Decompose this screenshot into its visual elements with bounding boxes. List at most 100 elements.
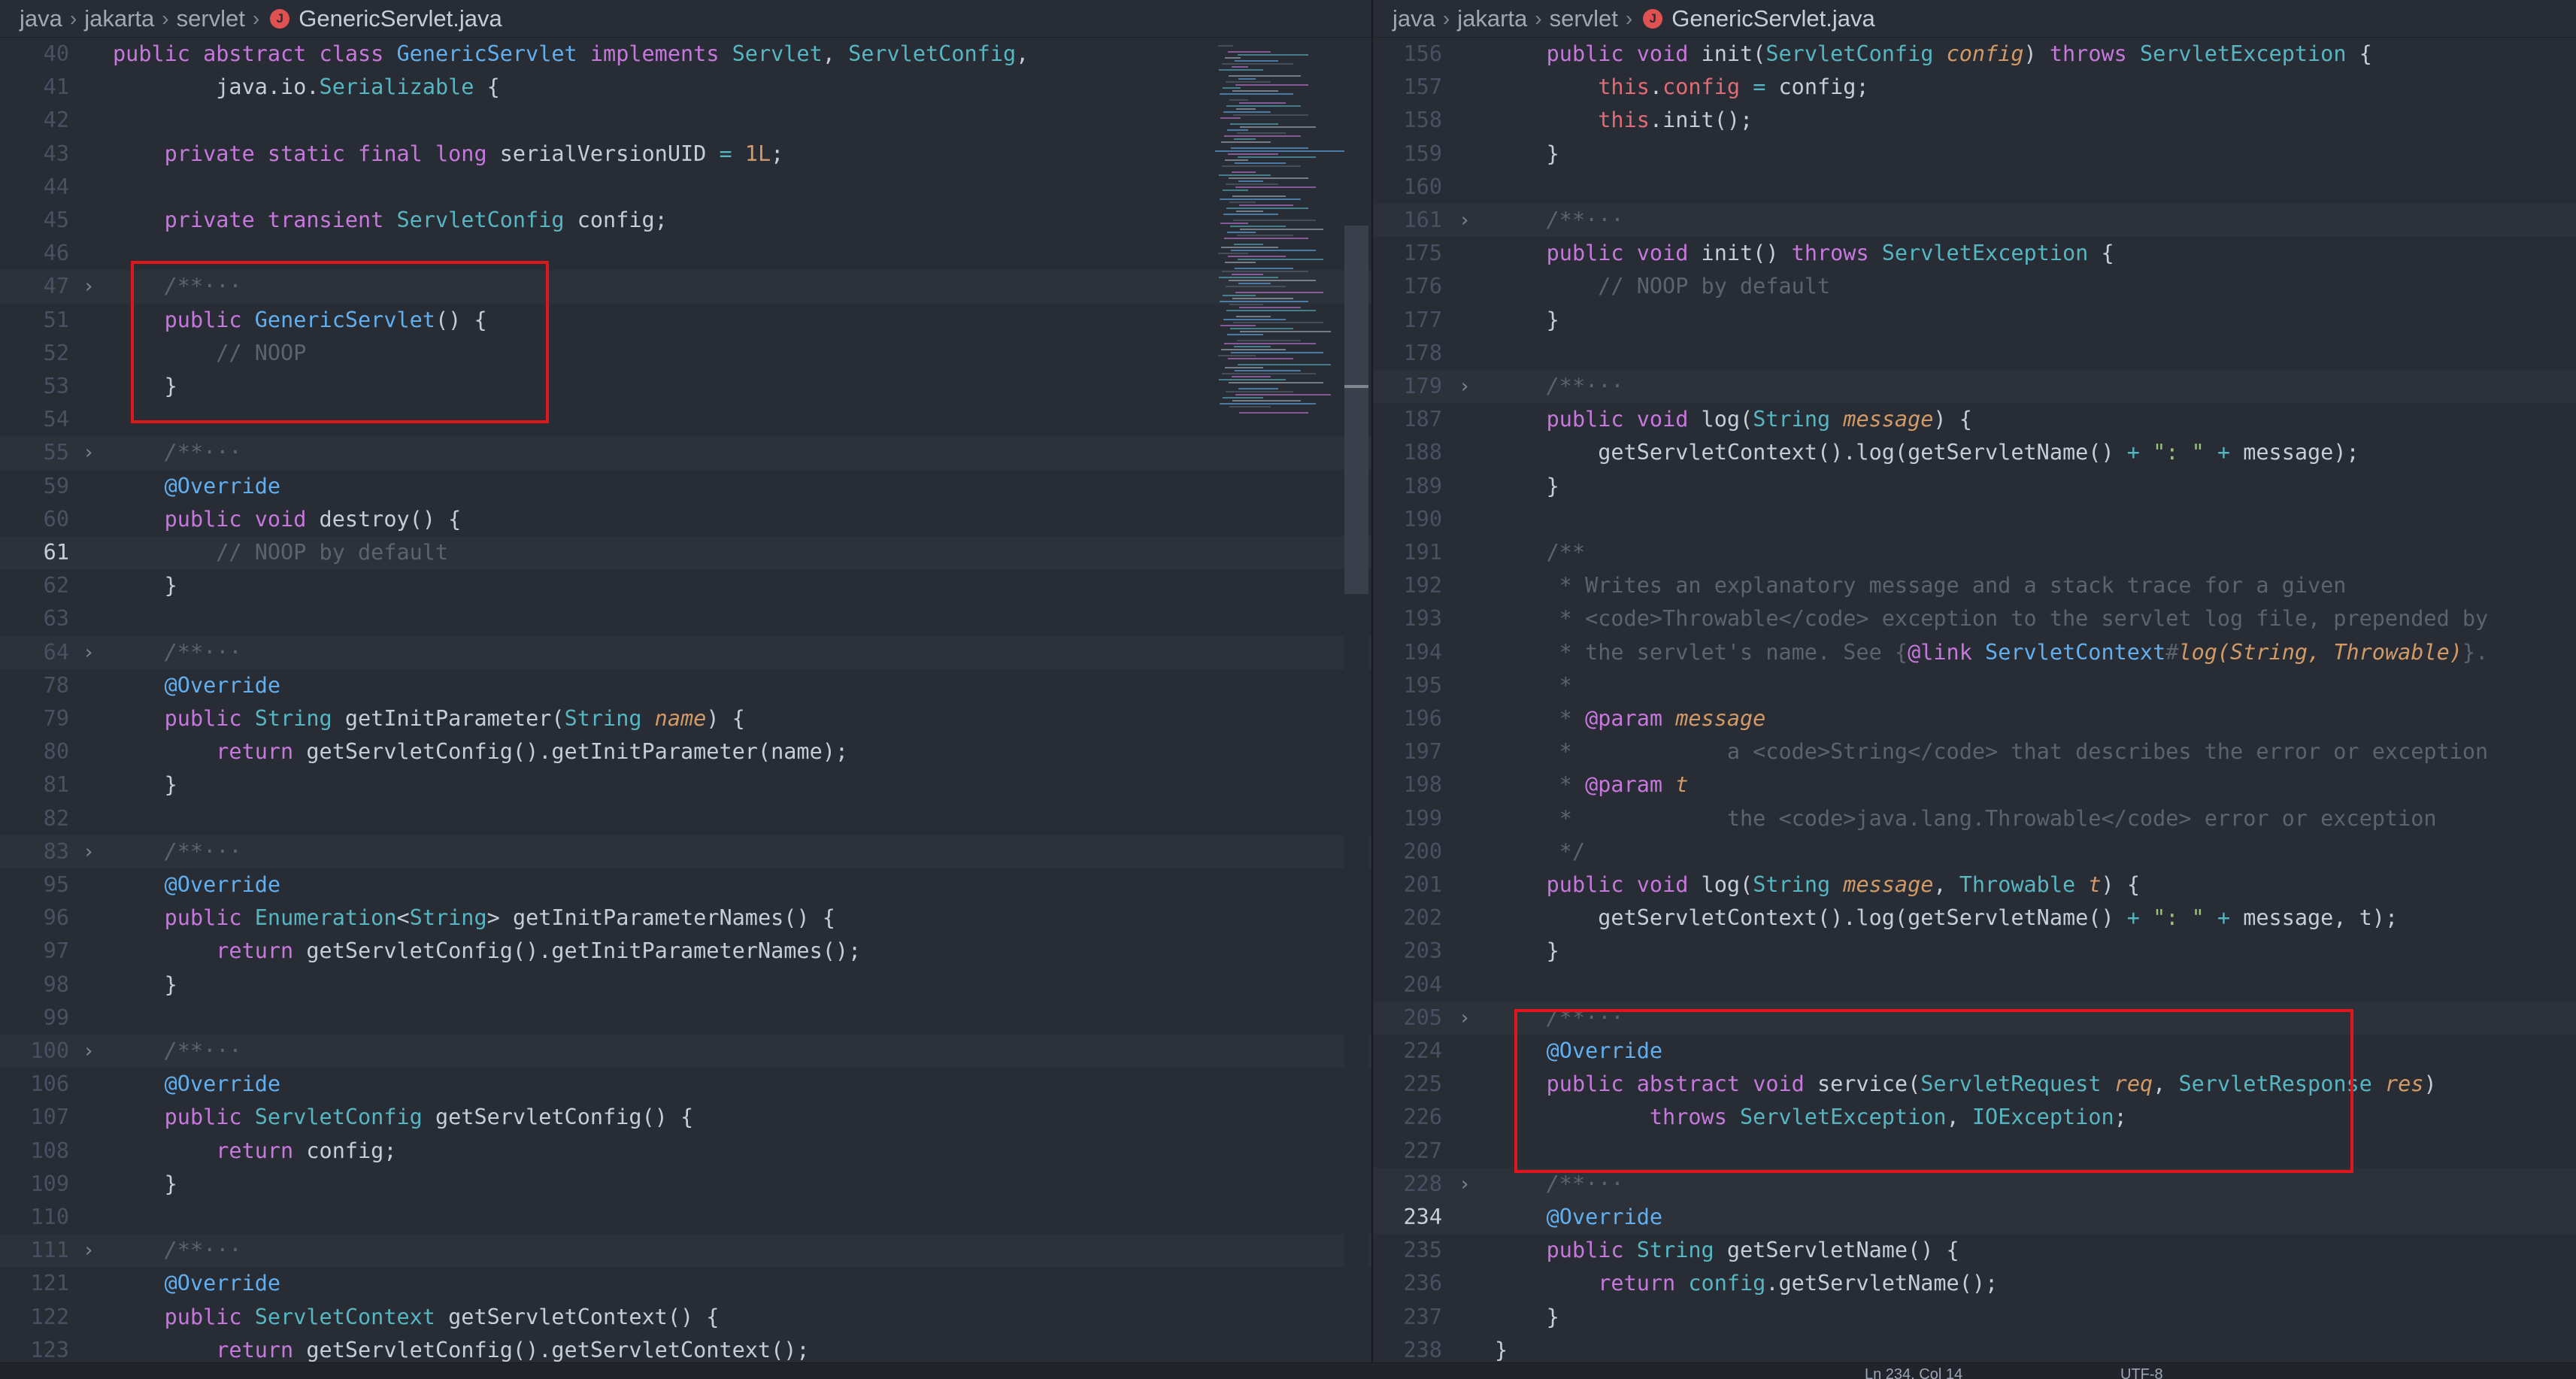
code-text[interactable]: * a <code>String</code> that describes t…: [1495, 735, 2488, 768]
code-line[interactable]: 82: [0, 802, 1371, 835]
code-line[interactable]: 234 @Override: [1373, 1201, 2576, 1235]
fold-chevron-icon[interactable]: ›: [83, 270, 95, 303]
code-line[interactable]: 45 private transient ServletConfig confi…: [0, 204, 1371, 237]
code-text[interactable]: * @param t: [1495, 768, 1689, 802]
code-line[interactable]: 110: [0, 1201, 1371, 1234]
code-text[interactable]: getServletContext().log(getServletName()…: [1495, 902, 2398, 935]
code-line[interactable]: 194 * the servlet's name. See {@link Ser…: [1373, 636, 2576, 669]
code-line[interactable]: 83 › /**···: [0, 835, 1371, 868]
code-line[interactable]: 196 * @param message: [1373, 702, 2576, 735]
code-text[interactable]: }: [1495, 470, 1559, 503]
breadcrumb-item[interactable]: java: [1393, 5, 1435, 32]
code-text[interactable]: /**···: [1495, 204, 1624, 237]
code-line[interactable]: 188 getServletContext().log(getServletNa…: [1373, 436, 2576, 469]
code-line[interactable]: 204: [1373, 968, 2576, 1002]
code-text[interactable]: // NOOP by default: [1495, 270, 1830, 303]
code-text[interactable]: /**: [1495, 536, 1585, 569]
code-text[interactable]: return config.getServletName();: [1495, 1267, 1998, 1300]
code-text[interactable]: private static final long serialVersionU…: [113, 138, 784, 171]
status-encoding[interactable]: UTF-8: [2120, 1363, 2163, 1379]
code-line[interactable]: 161 › /**···: [1373, 204, 2576, 238]
code-line[interactable]: 123 return getServletConfig().getServlet…: [0, 1334, 1371, 1362]
code-text[interactable]: @Override: [1495, 1201, 1662, 1234]
code-text[interactable]: java.io.Serializable {: [113, 71, 500, 104]
code-line[interactable]: 193 * <code>Throwable</code> exception t…: [1373, 602, 2576, 635]
editor-pane-right[interactable]: java › jakarta › servlet › J GenericServlet.jav…: [1373, 0, 2576, 1362]
code-line[interactable]: 100 › /**···: [0, 1035, 1371, 1068]
code-line[interactable]: 160: [1373, 171, 2576, 204]
fold-chevron-icon[interactable]: ›: [83, 1035, 95, 1068]
code-text[interactable]: /**···: [113, 1035, 242, 1068]
code-line[interactable]: 159 }: [1373, 138, 2576, 171]
code-line[interactable]: 61 // NOOP by default: [0, 536, 1371, 570]
code-line[interactable]: 122 public ServletContext getServletCont…: [0, 1301, 1371, 1334]
fold-chevron-icon[interactable]: ›: [83, 1234, 95, 1267]
code-text[interactable]: this.config = config;: [1495, 71, 1868, 104]
code-text[interactable]: public String getServletName() {: [1495, 1234, 1959, 1267]
fold-chevron-icon[interactable]: ›: [1459, 370, 1471, 403]
fold-chevron-icon[interactable]: ›: [1459, 1168, 1471, 1201]
code-line[interactable]: 99: [0, 1002, 1371, 1035]
code-line[interactable]: 106 @Override: [0, 1068, 1371, 1101]
code-line[interactable]: 158 this.init();: [1373, 104, 2576, 137]
code-line[interactable]: 202 getServletContext().log(getServletNa…: [1373, 902, 2576, 935]
code-line[interactable]: 96 public Enumeration<String> getInitPar…: [0, 902, 1371, 935]
code-line[interactable]: 55 › /**···: [0, 436, 1371, 470]
code-line[interactable]: 44: [0, 171, 1371, 204]
code-text[interactable]: private transient ServletConfig config;: [113, 204, 668, 237]
code-line[interactable]: 190: [1373, 503, 2576, 536]
code-line[interactable]: 79 public String getInitParameter(String…: [0, 702, 1371, 735]
code-line[interactable]: 175 public void init() throws ServletExc…: [1373, 237, 2576, 270]
code-text[interactable]: @Override: [113, 868, 280, 902]
code-line[interactable]: 109 }: [0, 1168, 1371, 1201]
code-text[interactable]: /**···: [113, 1234, 242, 1267]
code-text[interactable]: }: [1495, 1334, 1508, 1362]
code-text[interactable]: }: [113, 968, 177, 1002]
code-line[interactable]: 111 › /**···: [0, 1234, 1371, 1268]
code-line[interactable]: 60 public void destroy() {: [0, 503, 1371, 536]
code-area[interactable]: 40 public abstract class GenericServlet i…: [0, 38, 1371, 1362]
code-text[interactable]: }: [1495, 1301, 1559, 1334]
breadcrumb-item[interactable]: servlet: [177, 5, 245, 32]
breadcrumb-file-name[interactable]: GenericServlet.java: [1671, 5, 1875, 32]
status-cursor-position[interactable]: Ln 234, Col 14: [1865, 1363, 1962, 1379]
fold-chevron-icon[interactable]: ›: [83, 835, 95, 868]
code-line[interactable]: 108 return config;: [0, 1135, 1371, 1168]
code-text[interactable]: }: [113, 768, 177, 802]
code-text[interactable]: @Override: [113, 669, 280, 702]
code-line[interactable]: 121 @Override: [0, 1267, 1371, 1300]
code-line[interactable]: 62 }: [0, 569, 1371, 602]
code-text[interactable]: public abstract class GenericServlet imp…: [113, 38, 1029, 71]
code-line[interactable]: 195 *: [1373, 669, 2576, 702]
code-line[interactable]: 236 return config.getServletName();: [1373, 1267, 2576, 1300]
code-line[interactable]: 98 }: [0, 968, 1371, 1002]
code-line[interactable]: 179 › /**···: [1373, 370, 2576, 404]
code-line[interactable]: 187 public void log(String message) {: [1373, 403, 2576, 436]
code-text[interactable]: /**···: [1495, 370, 1624, 403]
code-line[interactable]: 197 * a <code>String</code> that describ…: [1373, 735, 2576, 768]
code-text[interactable]: public ServletContext getServletContext(…: [113, 1301, 720, 1334]
code-text[interactable]: }: [113, 569, 177, 602]
code-text[interactable]: return getServletConfig().getInitParamet…: [113, 735, 848, 768]
code-text[interactable]: public Enumeration<String> getInitParame…: [113, 902, 835, 935]
code-line[interactable]: 177 }: [1373, 304, 2576, 337]
code-text[interactable]: @Override: [113, 470, 280, 503]
code-text[interactable]: return config;: [113, 1135, 396, 1168]
code-line[interactable]: 200 */: [1373, 835, 2576, 868]
code-text[interactable]: * @param message: [1495, 702, 1766, 735]
code-line[interactable]: 63: [0, 602, 1371, 635]
code-line[interactable]: 198 * @param t: [1373, 768, 2576, 802]
code-text[interactable]: * the <code>java.lang.Throwable</code> e…: [1495, 802, 2437, 835]
code-text[interactable]: public void log(String message, Throwabl…: [1495, 868, 2140, 902]
breadcrumb-item[interactable]: jakarta: [84, 5, 154, 32]
code-text[interactable]: @Override: [113, 1267, 280, 1300]
code-line[interactable]: 43 private static final long serialVersi…: [0, 138, 1371, 171]
code-line[interactable]: 156 public void init(ServletConfig confi…: [1373, 38, 2576, 71]
code-line[interactable]: 199 * the <code>java.lang.Throwable</cod…: [1373, 802, 2576, 835]
code-text[interactable]: }: [1495, 138, 1559, 171]
code-line[interactable]: 81 }: [0, 768, 1371, 802]
fold-chevron-icon[interactable]: ›: [1459, 204, 1471, 237]
code-text[interactable]: * the servlet's name. See {@link Servlet…: [1495, 636, 2488, 669]
code-text[interactable]: * <code>Throwable</code> exception to th…: [1495, 602, 2488, 635]
scrollbar[interactable]: [1344, 38, 1368, 1362]
